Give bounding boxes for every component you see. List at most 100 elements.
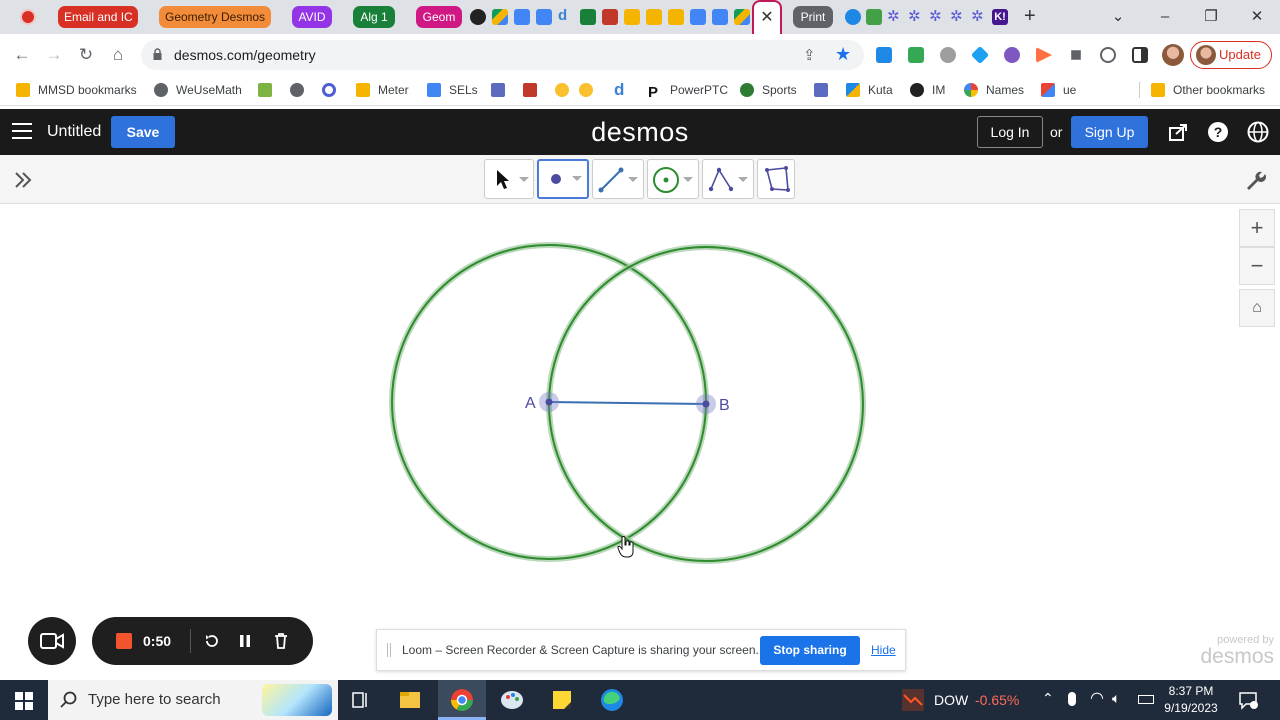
tab-icon-flower[interactable]: ✲ bbox=[908, 9, 924, 25]
extension-icon[interactable] bbox=[940, 47, 956, 63]
wifi-icon[interactable]: ◠ bbox=[1090, 688, 1104, 708]
tab-group-geom[interactable]: Geom bbox=[416, 6, 462, 28]
task-view-icon[interactable] bbox=[336, 680, 384, 720]
avatar[interactable] bbox=[1162, 44, 1184, 66]
stop-sharing-button[interactable]: Stop sharing bbox=[760, 636, 860, 665]
tab-icon-flower[interactable]: ✲ bbox=[887, 9, 903, 25]
bookmark-meter[interactable]: Meter bbox=[356, 76, 409, 104]
save-button[interactable]: Save bbox=[111, 116, 175, 148]
tab-group-print[interactable]: Print bbox=[793, 6, 833, 28]
bookmark-schoology[interactable] bbox=[523, 76, 545, 104]
expand-panel-icon[interactable] bbox=[12, 169, 34, 191]
tab-icon-flower[interactable]: ✲ bbox=[971, 9, 987, 25]
segment-tool[interactable] bbox=[592, 159, 644, 199]
select-tool[interactable] bbox=[484, 159, 534, 199]
dropdown-tabs-icon[interactable]: ⌄ bbox=[1098, 5, 1138, 29]
tab-group-alg1[interactable]: Alg 1 bbox=[353, 6, 395, 28]
bookmark-mmsd[interactable]: MMSD bookmarks bbox=[16, 76, 137, 104]
share-icon[interactable] bbox=[1167, 121, 1189, 143]
taskbar-search[interactable]: Type here to search bbox=[48, 680, 338, 720]
tab-group-avid[interactable]: AVID bbox=[292, 6, 332, 28]
segment-ab[interactable] bbox=[548, 401, 707, 405]
restart-icon[interactable] bbox=[203, 632, 221, 650]
geometry-canvas[interactable]: A B + − ⌂ bbox=[0, 205, 1280, 680]
windows-start-icon[interactable] bbox=[15, 692, 33, 710]
extension-icon[interactable] bbox=[908, 47, 924, 63]
battery-icon[interactable] bbox=[1138, 695, 1154, 704]
taskbar-clock[interactable]: 8:37 PM 9/19/2023 bbox=[1158, 683, 1224, 717]
bookmark-sels[interactable]: SELs bbox=[427, 76, 478, 104]
signup-button[interactable]: Sign Up bbox=[1071, 116, 1148, 148]
back-icon[interactable]: ← bbox=[10, 43, 34, 67]
microphone-icon[interactable] bbox=[1068, 692, 1076, 706]
tab-icon-slides[interactable] bbox=[646, 9, 662, 25]
reload-icon[interactable]: ↻ bbox=[74, 43, 98, 67]
show-hidden-icons-icon[interactable]: ⌃ bbox=[1042, 690, 1054, 707]
bookmark-emoji[interactable] bbox=[555, 76, 577, 104]
tab-icon-drive[interactable] bbox=[492, 9, 508, 25]
tab-group-geometry-desmos[interactable]: Geometry Desmos bbox=[159, 6, 271, 28]
side-panel-icon[interactable] bbox=[1132, 47, 1148, 63]
tab-icon-flower[interactable]: ✲ bbox=[950, 9, 966, 25]
chrome-icon[interactable] bbox=[438, 680, 486, 720]
page-title[interactable]: Untitled bbox=[47, 109, 101, 155]
tab-icon-c[interactable] bbox=[866, 9, 882, 25]
drag-handle-icon[interactable] bbox=[387, 643, 391, 657]
pause-icon[interactable] bbox=[236, 632, 254, 650]
active-tab-close-icon[interactable]: ✕ bbox=[752, 0, 782, 34]
bookmark-cube[interactable] bbox=[491, 76, 513, 104]
new-tab-button[interactable]: + bbox=[1024, 5, 1036, 28]
home-view-button[interactable]: ⌂ bbox=[1239, 289, 1275, 327]
login-button[interactable]: Log In bbox=[977, 116, 1043, 148]
forward-icon[interactable]: → bbox=[42, 43, 66, 67]
hide-banner-link[interactable]: Hide bbox=[871, 630, 896, 670]
trash-icon[interactable] bbox=[272, 632, 290, 650]
stop-recording-button[interactable] bbox=[116, 633, 132, 649]
tab-icon-docs[interactable] bbox=[514, 9, 530, 25]
bookmark-globe[interactable] bbox=[290, 76, 312, 104]
home-icon[interactable]: ⌂ bbox=[106, 43, 130, 67]
bookmark-gmail[interactable]: ue bbox=[1041, 76, 1076, 104]
bookmark-sports[interactable]: Sports bbox=[740, 76, 797, 104]
bookmark-names[interactable]: Names bbox=[964, 76, 1024, 104]
bookmark-weusemath[interactable]: WeUseMath bbox=[154, 76, 242, 104]
bookmark-cube[interactable] bbox=[814, 76, 836, 104]
point-a[interactable] bbox=[539, 392, 559, 412]
file-explorer-icon[interactable] bbox=[386, 680, 434, 720]
extension-icon[interactable] bbox=[970, 45, 990, 65]
tab-icon-ilc[interactable] bbox=[470, 9, 486, 25]
help-icon[interactable]: ? bbox=[1207, 121, 1229, 143]
paint-app-icon[interactable] bbox=[488, 680, 536, 720]
puzzle-icon[interactable] bbox=[1071, 50, 1081, 60]
volume-icon[interactable]: 🔈︎ bbox=[1112, 690, 1120, 707]
tab-icon-schoology[interactable] bbox=[602, 9, 618, 25]
bookmark-powerptc[interactable]: P PowerPTC bbox=[648, 76, 728, 104]
minimize-icon[interactable]: – bbox=[1142, 5, 1188, 29]
notifications-icon[interactable] bbox=[1238, 690, 1258, 710]
tab-icon-slides[interactable] bbox=[668, 9, 684, 25]
bookmark-star-icon[interactable]: ★ bbox=[835, 44, 851, 65]
tab-icon-drive[interactable] bbox=[734, 9, 750, 25]
tab-icon-ilc[interactable] bbox=[845, 9, 861, 25]
address-bar[interactable]: desmos.com/geometry ⇪ ★ bbox=[141, 40, 864, 70]
extension-icon[interactable] bbox=[876, 47, 892, 63]
bookmark-emoji[interactable] bbox=[579, 76, 601, 104]
loom-camera-button[interactable] bbox=[28, 617, 76, 665]
menu-icon[interactable] bbox=[12, 123, 32, 139]
update-button[interactable]: Update bbox=[1190, 41, 1272, 69]
tab-icon-docs[interactable] bbox=[712, 9, 728, 25]
tab-icon-kahoot[interactable]: K! bbox=[992, 9, 1008, 25]
bookmark-kuta[interactable]: Kuta bbox=[846, 76, 893, 104]
globe-icon[interactable] bbox=[1247, 121, 1269, 143]
tab-icon-classroom[interactable] bbox=[580, 9, 596, 25]
extension-icon[interactable] bbox=[1036, 47, 1052, 63]
point-b[interactable] bbox=[696, 394, 716, 414]
bookmark-q[interactable] bbox=[322, 76, 344, 104]
close-window-icon[interactable]: ✕ bbox=[1234, 5, 1280, 29]
bookmark-im[interactable]: IM bbox=[910, 76, 945, 104]
tab-icon-slides[interactable] bbox=[624, 9, 640, 25]
wrench-icon[interactable] bbox=[1244, 169, 1266, 191]
tab-icon-docs[interactable] bbox=[536, 9, 552, 25]
point-tool[interactable] bbox=[537, 159, 589, 199]
polygon-tool[interactable] bbox=[757, 159, 795, 199]
